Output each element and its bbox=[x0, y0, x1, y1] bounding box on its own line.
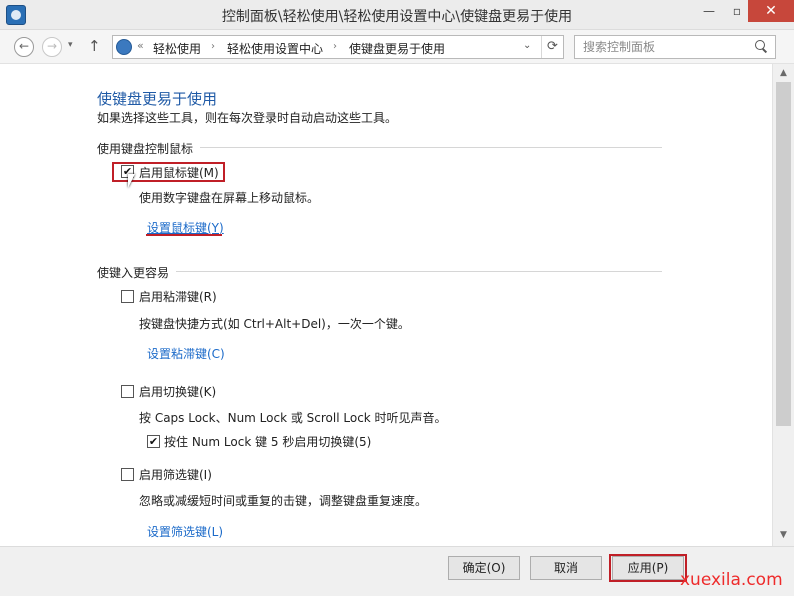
content-pane: 使键盘更易于使用 如果选择这些工具，则在每次登录时自动启动这些工具。 使用键盘控… bbox=[0, 64, 772, 546]
section-divider bbox=[176, 271, 662, 272]
setup-filter-keys-link[interactable]: 设置筛选键(L) bbox=[147, 523, 223, 540]
filter-keys-description: 忽略或减缓短时间或重复的击键，调整键盘重复速度。 bbox=[139, 494, 428, 508]
navigation-bar: ← → ▾ ↑ « 轻松使用 › 轻松使用设置中心 › 使键盘更易于使用 ⌄ ⟳ bbox=[0, 30, 794, 64]
toggle-keys-description: 按 Caps Lock、Num Lock 或 Scroll Lock 时听见声音… bbox=[139, 411, 447, 425]
search-icon[interactable] bbox=[755, 40, 767, 52]
close-button[interactable]: ✕ bbox=[748, 0, 794, 22]
sticky-keys-label[interactable]: 启用粘滞键(R) bbox=[139, 288, 217, 305]
cancel-button[interactable]: 取消 bbox=[530, 556, 602, 580]
num-lock-toggle-label[interactable]: 按住 Num Lock 键 5 秒启用切换键(5) bbox=[164, 433, 371, 450]
window-title: 控制面板\轻松使用\轻松使用设置中心\使键盘更易于使用 bbox=[221, 9, 573, 25]
page-title: 使键盘更易于使用 bbox=[97, 90, 218, 108]
mouse-keys-description: 使用数字键盘在屏幕上移动鼠标。 bbox=[139, 191, 320, 205]
filter-keys-checkbox[interactable] bbox=[121, 468, 134, 481]
breadcrumb-overflow-icon[interactable]: « bbox=[137, 39, 144, 52]
toggle-keys-checkbox[interactable] bbox=[121, 385, 134, 398]
page-subtitle: 如果选择这些工具，则在每次登录时自动启动这些工具。 bbox=[97, 111, 398, 125]
breadcrumb-ease-of-access[interactable]: 轻松使用 bbox=[153, 40, 201, 57]
forward-button[interactable]: → bbox=[42, 37, 62, 57]
section-divider bbox=[200, 147, 662, 148]
num-lock-toggle-checkbox[interactable]: ✔ bbox=[147, 435, 160, 448]
breadcrumb-keyboard-page[interactable]: 使键盘更易于使用 bbox=[349, 40, 445, 57]
vertical-scrollbar[interactable]: ▲ ▼ bbox=[772, 64, 794, 546]
sticky-keys-description: 按键盘快捷方式(如 Ctrl+Alt+Del)，一次一个键。 bbox=[139, 317, 410, 331]
maximize-button[interactable]: ▫ bbox=[723, 0, 751, 22]
mouse-keys-link-underline bbox=[146, 234, 222, 236]
refresh-icon[interactable]: ⟳ bbox=[541, 36, 563, 58]
mouse-keys-label[interactable]: 启用鼠标键(M) bbox=[139, 164, 219, 181]
dialog-footer: 确定(O) 取消 应用(P) xuexila.com bbox=[0, 546, 794, 596]
up-button[interactable]: ↑ bbox=[88, 37, 101, 55]
breadcrumb-separator-icon[interactable]: › bbox=[211, 41, 215, 52]
breadcrumb-separator-icon[interactable]: › bbox=[333, 41, 337, 52]
control-panel-location-icon bbox=[116, 39, 132, 55]
recent-locations-dropdown[interactable]: ▾ bbox=[68, 40, 73, 50]
apply-button[interactable]: 应用(P) bbox=[612, 556, 684, 580]
section-heading-mouse: 使用键盘控制鼠标 bbox=[97, 142, 194, 156]
back-button[interactable]: ← bbox=[14, 37, 34, 57]
minimize-button[interactable]: — bbox=[695, 0, 723, 22]
address-bar[interactable]: « 轻松使用 › 轻松使用设置中心 › 使键盘更易于使用 ⌄ ⟳ bbox=[112, 35, 564, 59]
search-input[interactable] bbox=[575, 36, 750, 58]
watermark: xuexila.com bbox=[680, 570, 783, 590]
ok-button[interactable]: 确定(O) bbox=[448, 556, 520, 580]
mouse-cursor-icon bbox=[128, 174, 142, 188]
title-bar: 控制面板\轻松使用\轻松使用设置中心\使键盘更易于使用 — ▫ ✕ bbox=[0, 0, 794, 30]
setup-sticky-keys-link[interactable]: 设置粘滞键(C) bbox=[147, 345, 225, 362]
scroll-up-icon[interactable]: ▲ bbox=[773, 64, 794, 82]
scroll-thumb[interactable] bbox=[776, 82, 791, 426]
address-dropdown-icon[interactable]: ⌄ bbox=[523, 40, 531, 51]
section-heading-typing: 使键入更容易 bbox=[97, 266, 170, 280]
scroll-down-icon[interactable]: ▼ bbox=[773, 526, 794, 544]
breadcrumb-ease-of-access-center[interactable]: 轻松使用设置中心 bbox=[227, 40, 323, 57]
sticky-keys-checkbox[interactable] bbox=[121, 290, 134, 303]
search-box[interactable] bbox=[574, 35, 776, 59]
toggle-keys-label[interactable]: 启用切换键(K) bbox=[139, 383, 216, 400]
filter-keys-label[interactable]: 启用筛选键(I) bbox=[139, 466, 212, 483]
